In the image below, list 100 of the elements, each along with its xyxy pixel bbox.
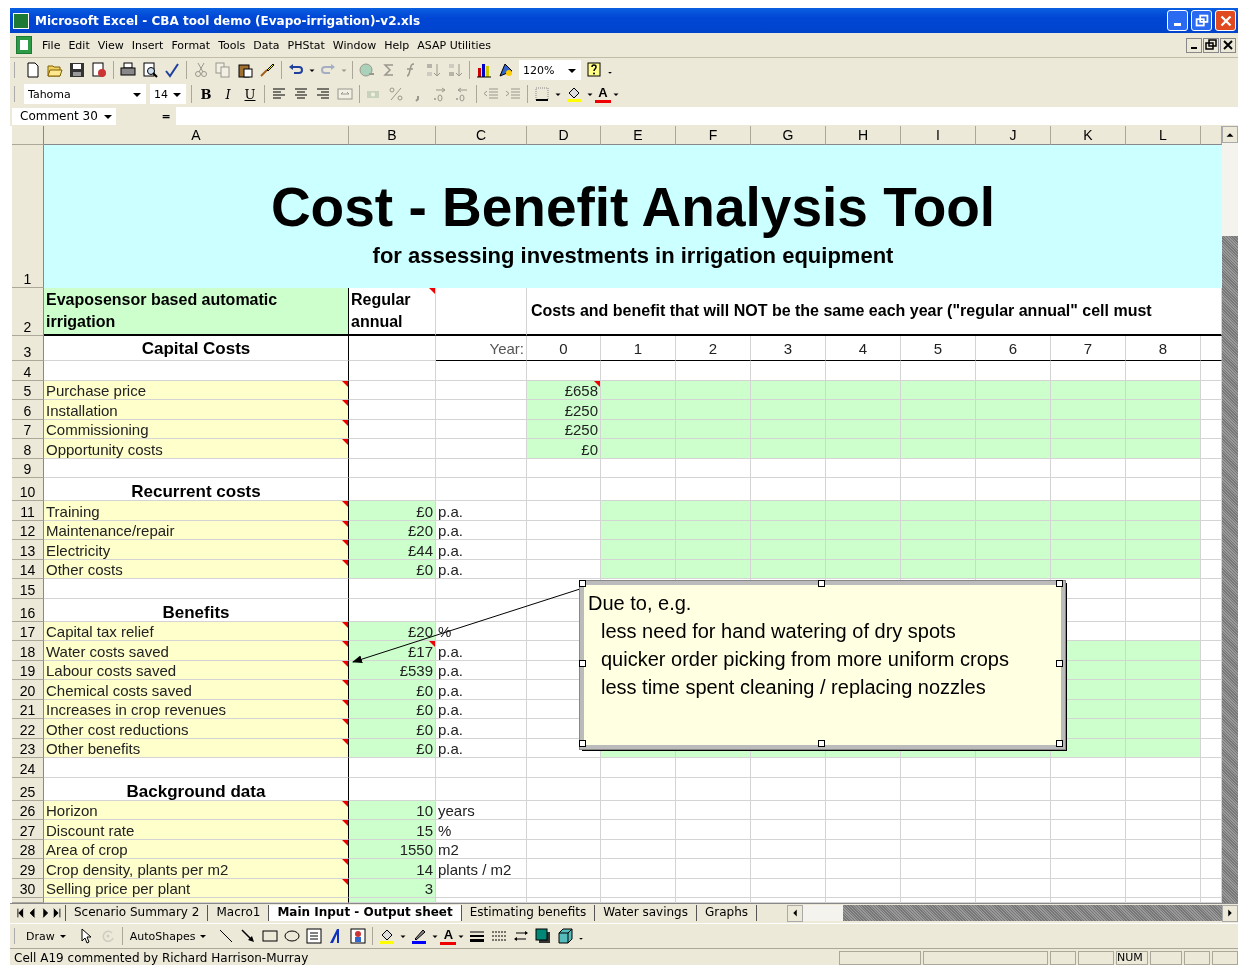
row-header[interactable]: 30	[12, 878, 44, 898]
row-header[interactable]: 6	[12, 400, 44, 420]
table-cell: p.a.	[436, 719, 527, 739]
column-header[interactable]: H	[826, 126, 901, 145]
row-header[interactable]: 10	[12, 478, 44, 501]
row-header[interactable]: 16	[12, 598, 44, 622]
font-color-button[interactable]: A	[440, 927, 457, 945]
menu-item[interactable]: ASAP Utilities	[413, 38, 496, 52]
font-color-button[interactable]: A	[595, 85, 611, 103]
row-header[interactable]: 9	[12, 458, 44, 478]
menu-item[interactable]: View	[93, 38, 128, 52]
menu-item[interactable]: Format	[167, 38, 215, 52]
table-cell: 1550	[349, 839, 436, 859]
table-cell: £250	[527, 400, 601, 420]
row-header[interactable]: 3	[12, 336, 44, 361]
font-dropdown[interactable]: Tahoma	[24, 84, 146, 104]
sheet-tab[interactable]: Main Input - Output sheet	[268, 904, 462, 921]
table-cell: Area of crop	[44, 839, 349, 859]
formula-equals-button[interactable]: =	[156, 109, 176, 123]
column-header[interactable]: G	[751, 126, 826, 145]
comment-box[interactable]: Due to, e.g. less need for hand watering of dry spots quicker order picking from more uniform crops less time spent cleaning / replacing nozzles	[580, 581, 1065, 749]
row-header[interactable]: 5	[12, 380, 44, 400]
menu-item[interactable]: Window	[328, 38, 381, 52]
row-header[interactable]: 25	[12, 777, 44, 801]
row-header[interactable]: 11	[12, 501, 44, 521]
autoshapes-menu[interactable]: AutoShapes	[125, 928, 216, 944]
sheet-tab[interactable]: Scenario Summary 2	[65, 904, 209, 921]
row-header[interactable]: 21	[12, 699, 44, 719]
italic-button[interactable]: I	[217, 83, 239, 105]
table-cell: plants / m2	[436, 859, 527, 879]
column-header[interactable]: J	[976, 126, 1051, 145]
row-header[interactable]: 1	[12, 145, 44, 288]
row-header[interactable]: 17	[12, 621, 44, 641]
column-header[interactable]: D	[527, 126, 601, 145]
table-cell: Year:	[436, 336, 527, 361]
table-cell: 8	[1126, 336, 1201, 361]
row-header[interactable]: 22	[12, 719, 44, 739]
table-cell: p.a.	[436, 501, 527, 521]
table-cell: Other benefits	[44, 738, 349, 758]
menu-item[interactable]: File	[38, 38, 65, 52]
row-header[interactable]: 28	[12, 839, 44, 859]
menu-item[interactable]: Tools	[214, 38, 250, 52]
table-cell: £0	[349, 559, 436, 579]
sheet-tab[interactable]: Graphs	[696, 904, 758, 921]
table-cell: p.a.	[436, 540, 527, 560]
name-box[interactable]: Comment 30	[12, 107, 116, 125]
sheet-title: Cost - Benefit Analysis Tool	[270, 176, 996, 237]
row-header[interactable]: 23	[12, 738, 44, 758]
row-header[interactable]: 29	[12, 859, 44, 879]
row-header[interactable]: 27	[12, 820, 44, 840]
row-header[interactable]: 19	[12, 660, 44, 680]
comment-text: less time spent cleaning / replacing nozzles	[600, 675, 987, 700]
table-cell: £20	[349, 520, 436, 540]
row-header[interactable]: 7	[12, 419, 44, 439]
row-header[interactable]: 12	[12, 520, 44, 540]
row-header[interactable]: 4	[12, 361, 44, 381]
font-size-dropdown[interactable]: 14	[150, 84, 186, 104]
column-header[interactable]: F	[676, 126, 751, 145]
underline-button[interactable]: U	[239, 83, 261, 105]
column-header[interactable]: A	[44, 126, 349, 145]
table-cell: Regular annual	[349, 288, 436, 336]
menu-item[interactable]: PHStat	[283, 38, 329, 52]
table-cell: Installation	[44, 400, 349, 420]
table-cell: £0	[349, 680, 436, 700]
row-header[interactable]: 13	[12, 540, 44, 560]
menu-item[interactable]: Help	[380, 38, 414, 52]
table-cell: Other cost reductions	[44, 719, 349, 739]
column-header[interactable]: K	[1051, 126, 1126, 145]
table-cell: £658	[527, 380, 601, 400]
table-cell: p.a.	[436, 699, 527, 719]
sheet-tab[interactable]: Water savings	[594, 904, 697, 921]
table-cell: 6	[976, 336, 1051, 361]
table-cell: p.a.	[436, 520, 527, 540]
column-header[interactable]: I	[901, 126, 976, 145]
column-header[interactable]: L	[1126, 126, 1201, 145]
zoom-dropdown[interactable]: 120%	[519, 60, 581, 80]
draw-menu[interactable]: Draw	[22, 928, 75, 944]
row-header[interactable]: 18	[12, 641, 44, 661]
bold-button[interactable]: B	[195, 83, 217, 105]
row-header[interactable]: 26	[12, 800, 44, 820]
section-heading: Benefits	[44, 598, 349, 622]
row-header[interactable]: 15	[12, 579, 44, 599]
row-header[interactable]: 24	[12, 758, 44, 778]
column-header[interactable]: E	[601, 126, 676, 145]
menu-item[interactable]: Insert	[127, 38, 168, 52]
comment-text: quicker order picking from more uniform crops	[600, 647, 1010, 672]
table-cell: Water costs saved	[44, 641, 349, 661]
row-header[interactable]: 20	[12, 680, 44, 700]
row-header[interactable]: 14	[12, 559, 44, 579]
row-header[interactable]: 8	[12, 439, 44, 459]
table-cell: 1	[601, 336, 676, 361]
menu-item[interactable]: Edit	[64, 38, 94, 52]
comment-text: Due to, e.g.	[588, 591, 693, 616]
table-cell: Opportunity costs	[44, 439, 349, 459]
column-header[interactable]: C	[436, 126, 527, 145]
column-header[interactable]: B	[349, 126, 436, 145]
table-cell: Increases in crop revenues	[44, 699, 349, 719]
sheet-tab[interactable]: Estimating benefits	[460, 904, 596, 921]
menu-item[interactable]: Data	[249, 38, 284, 52]
row-header[interactable]: 2	[12, 288, 44, 336]
